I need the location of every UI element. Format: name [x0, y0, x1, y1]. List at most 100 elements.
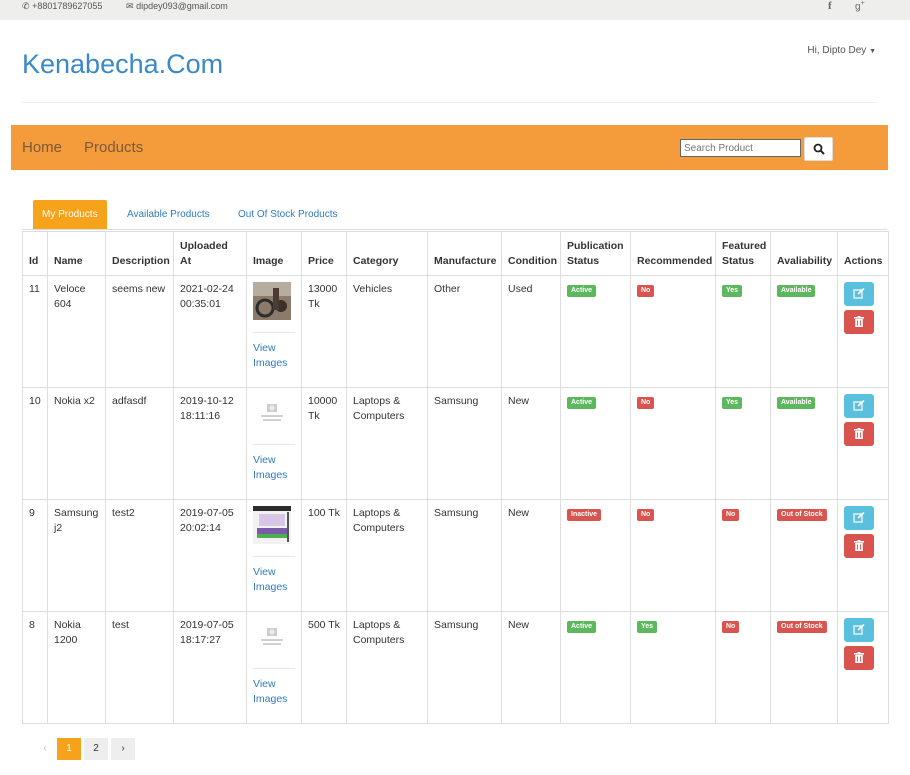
search-input[interactable] [680, 139, 801, 157]
cell-id: 9 [22, 499, 48, 612]
tab-my-products[interactable]: My Products [33, 200, 107, 229]
col-image: Image [246, 231, 302, 276]
edit-icon [853, 288, 865, 299]
view-images-link[interactable]: View Images [253, 453, 295, 483]
view-images-link[interactable]: View Images [253, 565, 295, 595]
cell-publication-status: Active [560, 611, 631, 724]
cell-uploaded-at: 2021-02-24 00:35:01 [173, 275, 247, 388]
cell-name: Nokia 1200 [47, 611, 106, 724]
cell-price: 500 Tk [301, 611, 347, 724]
cell-description: adfasdf [105, 387, 174, 500]
envelope-icon: ✉ [126, 1, 134, 11]
no-image-placeholder[interactable] [253, 394, 291, 432]
cell-image: View Images [246, 499, 302, 612]
tab-available-products[interactable]: Available Products [118, 200, 219, 229]
product-tabs: My Products Available Products Out Of St… [22, 200, 887, 230]
view-images-link[interactable]: View Images [253, 677, 295, 707]
edit-button[interactable] [844, 618, 874, 642]
pagination-prev[interactable]: ‹ [33, 738, 57, 760]
cell-id: 10 [22, 387, 48, 500]
product-photo[interactable] [253, 506, 291, 544]
trash-icon [854, 540, 864, 551]
publication-status-badge: Active [567, 621, 597, 633]
cell-description: test [105, 611, 174, 724]
user-menu-label: Hi, Dipto Dey [807, 45, 867, 56]
cell-availability: Available [770, 275, 838, 388]
col-price: Price [301, 231, 347, 276]
cell-id: 8 [22, 611, 48, 724]
col-publication-status: Publication Status [560, 231, 631, 276]
cell-availability: Out of Stock [770, 611, 838, 724]
featured-status-badge: Yes [722, 397, 743, 409]
recommended-badge: No [637, 285, 655, 297]
image-divider [253, 668, 295, 669]
caret-down-icon: ▼ [869, 48, 876, 55]
tab-out-of-stock-products[interactable]: Out Of Stock Products [229, 200, 346, 229]
table-header-row: Id Name Description Uploaded At Image Pr… [22, 231, 889, 276]
edit-icon [853, 512, 865, 523]
pagination-page-1[interactable]: 1 [57, 738, 81, 760]
cell-description: test2 [105, 499, 174, 612]
recommended-badge: No [637, 397, 655, 409]
cell-image: View Images [246, 611, 302, 724]
cell-category: Laptops & Computers [346, 499, 428, 612]
edit-button[interactable] [844, 506, 874, 530]
user-menu[interactable]: Hi, Dipto Dey ▼ [807, 45, 876, 56]
col-recommended: Recommended [630, 231, 716, 276]
edit-button[interactable] [844, 282, 874, 306]
cell-manufacture: Samsung [427, 499, 502, 612]
cell-price: 100 Tk [301, 499, 347, 612]
products-table: Id Name Description Uploaded At Image Pr… [22, 231, 889, 724]
delete-button[interactable] [844, 422, 874, 446]
publication-status-badge: Active [567, 285, 597, 297]
table-row: 11 Veloce 604 seems new 2021-02-24 00:35:01… [22, 275, 889, 388]
availability-badge: Out of Stock [777, 621, 827, 633]
email-address: dipdey093@gmail.com [136, 1, 228, 11]
image-divider [253, 444, 295, 445]
publication-status-badge: Inactive [567, 509, 602, 521]
cell-actions [837, 499, 889, 612]
product-photo[interactable] [253, 282, 291, 320]
col-condition: Condition [501, 231, 561, 276]
phone-number: +8801789627055 [32, 1, 103, 11]
cell-name: Nokia x2 [47, 387, 106, 500]
view-images-link[interactable]: View Images [253, 341, 295, 371]
pagination-page-2[interactable]: 2 [84, 738, 108, 760]
facebook-icon[interactable]: f [828, 0, 832, 12]
cell-manufacture: Samsung [427, 611, 502, 724]
no-image-placeholder[interactable] [253, 618, 291, 656]
cell-manufacture: Samsung [427, 387, 502, 500]
edit-icon [853, 624, 865, 635]
cell-uploaded-at: 2019-10-12 18:11:16 [173, 387, 247, 500]
col-actions: Actions [837, 231, 889, 276]
table-row: 9 Samsung j2 test2 2019-07-05 20:02:14 View … [22, 499, 889, 612]
header-divider [22, 102, 877, 103]
recommended-badge: Yes [637, 621, 658, 633]
image-divider [253, 332, 295, 333]
site-brand[interactable]: Kenabecha.Com [22, 49, 223, 80]
edit-icon [853, 400, 865, 411]
delete-button[interactable] [844, 310, 874, 334]
delete-button[interactable] [844, 646, 874, 670]
nav-home[interactable]: Home [22, 139, 62, 156]
nav-products[interactable]: Products [84, 139, 143, 156]
cell-condition: New [501, 611, 561, 724]
cell-condition: New [501, 499, 561, 612]
cell-condition: New [501, 387, 561, 500]
trash-icon [854, 428, 864, 439]
search-button[interactable] [804, 137, 833, 161]
col-name: Name [47, 231, 106, 276]
delete-button[interactable] [844, 534, 874, 558]
availability-badge: Out of Stock [777, 509, 827, 521]
cell-availability: Out of Stock [770, 499, 838, 612]
phone-contact: ✆ +8801789627055 [22, 1, 102, 12]
cell-image: View Images [246, 387, 302, 500]
email-contact: ✉ dipdey093@gmail.com [126, 1, 228, 12]
col-description: Description [105, 231, 174, 276]
cell-price: 13000 Tk [301, 275, 347, 388]
edit-button[interactable] [844, 394, 874, 418]
pagination-next[interactable]: › [111, 738, 135, 760]
cell-category: Vehicles [346, 275, 428, 388]
featured-status-badge: No [722, 509, 740, 521]
google-plus-icon[interactable]: g+ [855, 0, 865, 12]
